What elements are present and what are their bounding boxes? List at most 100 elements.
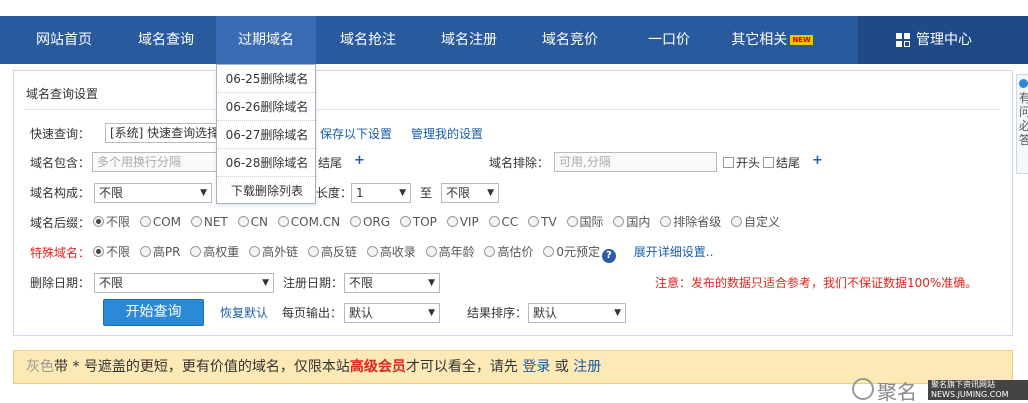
contains-end-label[interactable]: 结尾 xyxy=(318,154,342,171)
dropdown-item[interactable]: 06-27删除域名 xyxy=(217,121,317,149)
search-settings-panel: 域名查询设置 快速查询： [系统] 快速查询选择 保存以下设置 管理我的设置 域… xyxy=(13,70,1013,336)
suffix-option[interactable]: ORG xyxy=(349,215,390,229)
domain-exclude-input[interactable]: 可用,分隔 xyxy=(554,152,717,172)
length-to-label: 至 xyxy=(420,186,433,200)
radio-icon xyxy=(566,216,578,227)
radio-icon xyxy=(190,246,202,257)
special-option[interactable]: 高外链 xyxy=(249,243,298,260)
special-option[interactable]: 不限 xyxy=(93,243,130,260)
admin-center-button[interactable]: 管理中心 xyxy=(858,16,1028,64)
radio-icon xyxy=(446,216,458,227)
reset-default-link[interactable]: 恢复默认 xyxy=(220,304,268,321)
nav-fixed-price[interactable]: 一口价 xyxy=(634,16,704,64)
nav-domain-search[interactable]: 域名查询 xyxy=(124,16,208,64)
radio-icon xyxy=(399,216,411,227)
quick-query-label: 快速查询： xyxy=(30,127,91,141)
nav-home[interactable]: 网站首页 xyxy=(24,16,104,64)
suffix-option[interactable]: NET xyxy=(190,215,228,229)
delete-date-select[interactable]: 不限 xyxy=(94,273,274,293)
watermark-name: 聚名 xyxy=(877,380,917,403)
special-option[interactable]: 高反链 xyxy=(307,243,357,260)
faq-side-tab[interactable]: 有问必答 xyxy=(1016,74,1028,174)
suffix-option[interactable]: COM xyxy=(139,215,181,229)
suffix-option[interactable]: 自定义 xyxy=(731,213,780,230)
domain-contains-input[interactable]: 多个用换行分隔 xyxy=(92,152,222,172)
suffix-option[interactable]: 不限 xyxy=(93,213,130,230)
expand-settings-link[interactable]: 展开详细设置.. xyxy=(634,243,714,260)
special-option[interactable]: 高估价 xyxy=(484,243,533,260)
length-to-select[interactable]: 不限 xyxy=(441,183,499,203)
sort-label: 结果排序： xyxy=(467,306,528,320)
help-icon[interactable]: ? xyxy=(601,249,616,263)
dropdown-item[interactable]: 06-28删除域名 xyxy=(217,149,317,177)
radio-icon xyxy=(366,246,378,257)
radio-icon xyxy=(488,216,500,227)
chat-icon xyxy=(1019,79,1028,88)
sort-select[interactable]: 默认 xyxy=(528,303,626,323)
register-link[interactable]: 注册 xyxy=(573,359,601,375)
special-option[interactable]: 高收录 xyxy=(366,243,416,260)
suffix-option[interactable]: CC xyxy=(488,215,518,229)
special-domain-label: 特殊域名： xyxy=(30,246,91,260)
nav-other-label: 其它相关 xyxy=(731,32,788,48)
watermark-line: NEWS.JUMING.COM xyxy=(931,390,1009,399)
new-badge: NEW xyxy=(790,35,813,45)
radio-icon xyxy=(484,246,496,257)
save-settings-link[interactable]: 保存以下设置 xyxy=(320,125,392,142)
nav-domain-snatch[interactable]: 域名抢注 xyxy=(326,16,410,64)
exclude-start-label: 开头 xyxy=(736,156,761,170)
reg-date-select[interactable]: 不限 xyxy=(344,273,440,293)
divider xyxy=(24,109,1000,110)
dropdown-item[interactable]: 06-26删除域名 xyxy=(217,93,317,121)
domain-suffix-label: 域名后缀： xyxy=(30,216,91,230)
dropdown-item[interactable]: 06-25删除域名 xyxy=(217,65,317,93)
suffix-option[interactable]: COM.CN xyxy=(277,215,340,229)
domain-compose-select[interactable]: 不限 xyxy=(94,183,212,203)
radio-icon xyxy=(425,246,437,257)
banner-text: 才可以看全，请先 xyxy=(405,359,523,375)
dropdown-item[interactable]: 下载删除列表 xyxy=(217,177,317,205)
top-nav-bar: 网站首页 域名查询 过期域名 域名抢注 域名注册 域名竞价 一口价 其它相关 NE… xyxy=(0,16,1028,64)
admin-center-label: 管理中心 xyxy=(916,32,972,48)
suffix-option[interactable]: 排除省级 xyxy=(660,213,721,230)
length-label: 长度： xyxy=(316,186,353,200)
suffix-option[interactable]: VIP xyxy=(446,215,479,229)
exclude-add-icon[interactable]: + xyxy=(812,153,823,168)
exclude-end-checkbox[interactable] xyxy=(763,157,774,168)
domain-compose-label: 域名构成： xyxy=(30,186,91,200)
radio-icon xyxy=(528,216,540,227)
length-from-select[interactable]: 1 xyxy=(351,183,411,203)
disclaimer-notice: 注意：发布的数据只适合参考，我们不保证数据100%准确。 xyxy=(655,276,978,290)
per-page-select[interactable]: 默认 xyxy=(344,303,440,323)
nav-domain-auction[interactable]: 域名竞价 xyxy=(528,16,612,64)
radio-icon xyxy=(93,216,104,227)
panel-title: 域名查询设置 xyxy=(26,87,99,101)
suffix-option[interactable]: 国内 xyxy=(613,213,650,230)
suffix-option[interactable]: TV xyxy=(528,215,557,229)
login-link[interactable]: 登录 xyxy=(522,359,550,375)
nav-other[interactable]: 其它相关 NEW xyxy=(720,16,824,64)
suffix-option[interactable]: 国际 xyxy=(566,213,604,230)
radio-icon xyxy=(139,246,151,257)
radio-icon xyxy=(249,246,261,257)
special-option[interactable]: 高权重 xyxy=(190,243,239,260)
contains-add-icon[interactable]: + xyxy=(354,153,365,168)
special-option[interactable]: 高年龄 xyxy=(425,243,475,260)
domain-contains-row: 域名包含： 多个用换行分隔 结尾 + 域名排除： 可用,分隔 开头 结尾 + xyxy=(14,148,1014,176)
suffix-option[interactable]: TOP xyxy=(399,215,437,229)
radio-icon xyxy=(543,246,555,257)
suffix-radio-group: 不限 COM NET CN COM.CN ORG TOP VIP CC TV 国… xyxy=(93,213,786,230)
special-option[interactable]: 0元预定? xyxy=(543,243,616,263)
start-query-button[interactable]: 开始查询 xyxy=(103,299,204,326)
watermark-logo-icon xyxy=(852,378,874,400)
exclude-start-checkbox[interactable] xyxy=(723,157,734,168)
faq-side-tab-label: 有问必答 xyxy=(1019,91,1028,147)
radio-icon xyxy=(277,216,289,227)
nav-expired-domains[interactable]: 过期域名 xyxy=(216,16,316,64)
manage-settings-link[interactable]: 管理我的设置 xyxy=(411,125,483,142)
nav-domain-register[interactable]: 域名注册 xyxy=(427,16,511,64)
special-option[interactable]: 高PR xyxy=(139,243,180,260)
radio-icon xyxy=(613,216,625,227)
quick-query-row: 快速查询： [系统] 快速查询选择 保存以下设置 管理我的设置 xyxy=(14,119,1014,147)
suffix-option[interactable]: CN xyxy=(237,215,268,229)
